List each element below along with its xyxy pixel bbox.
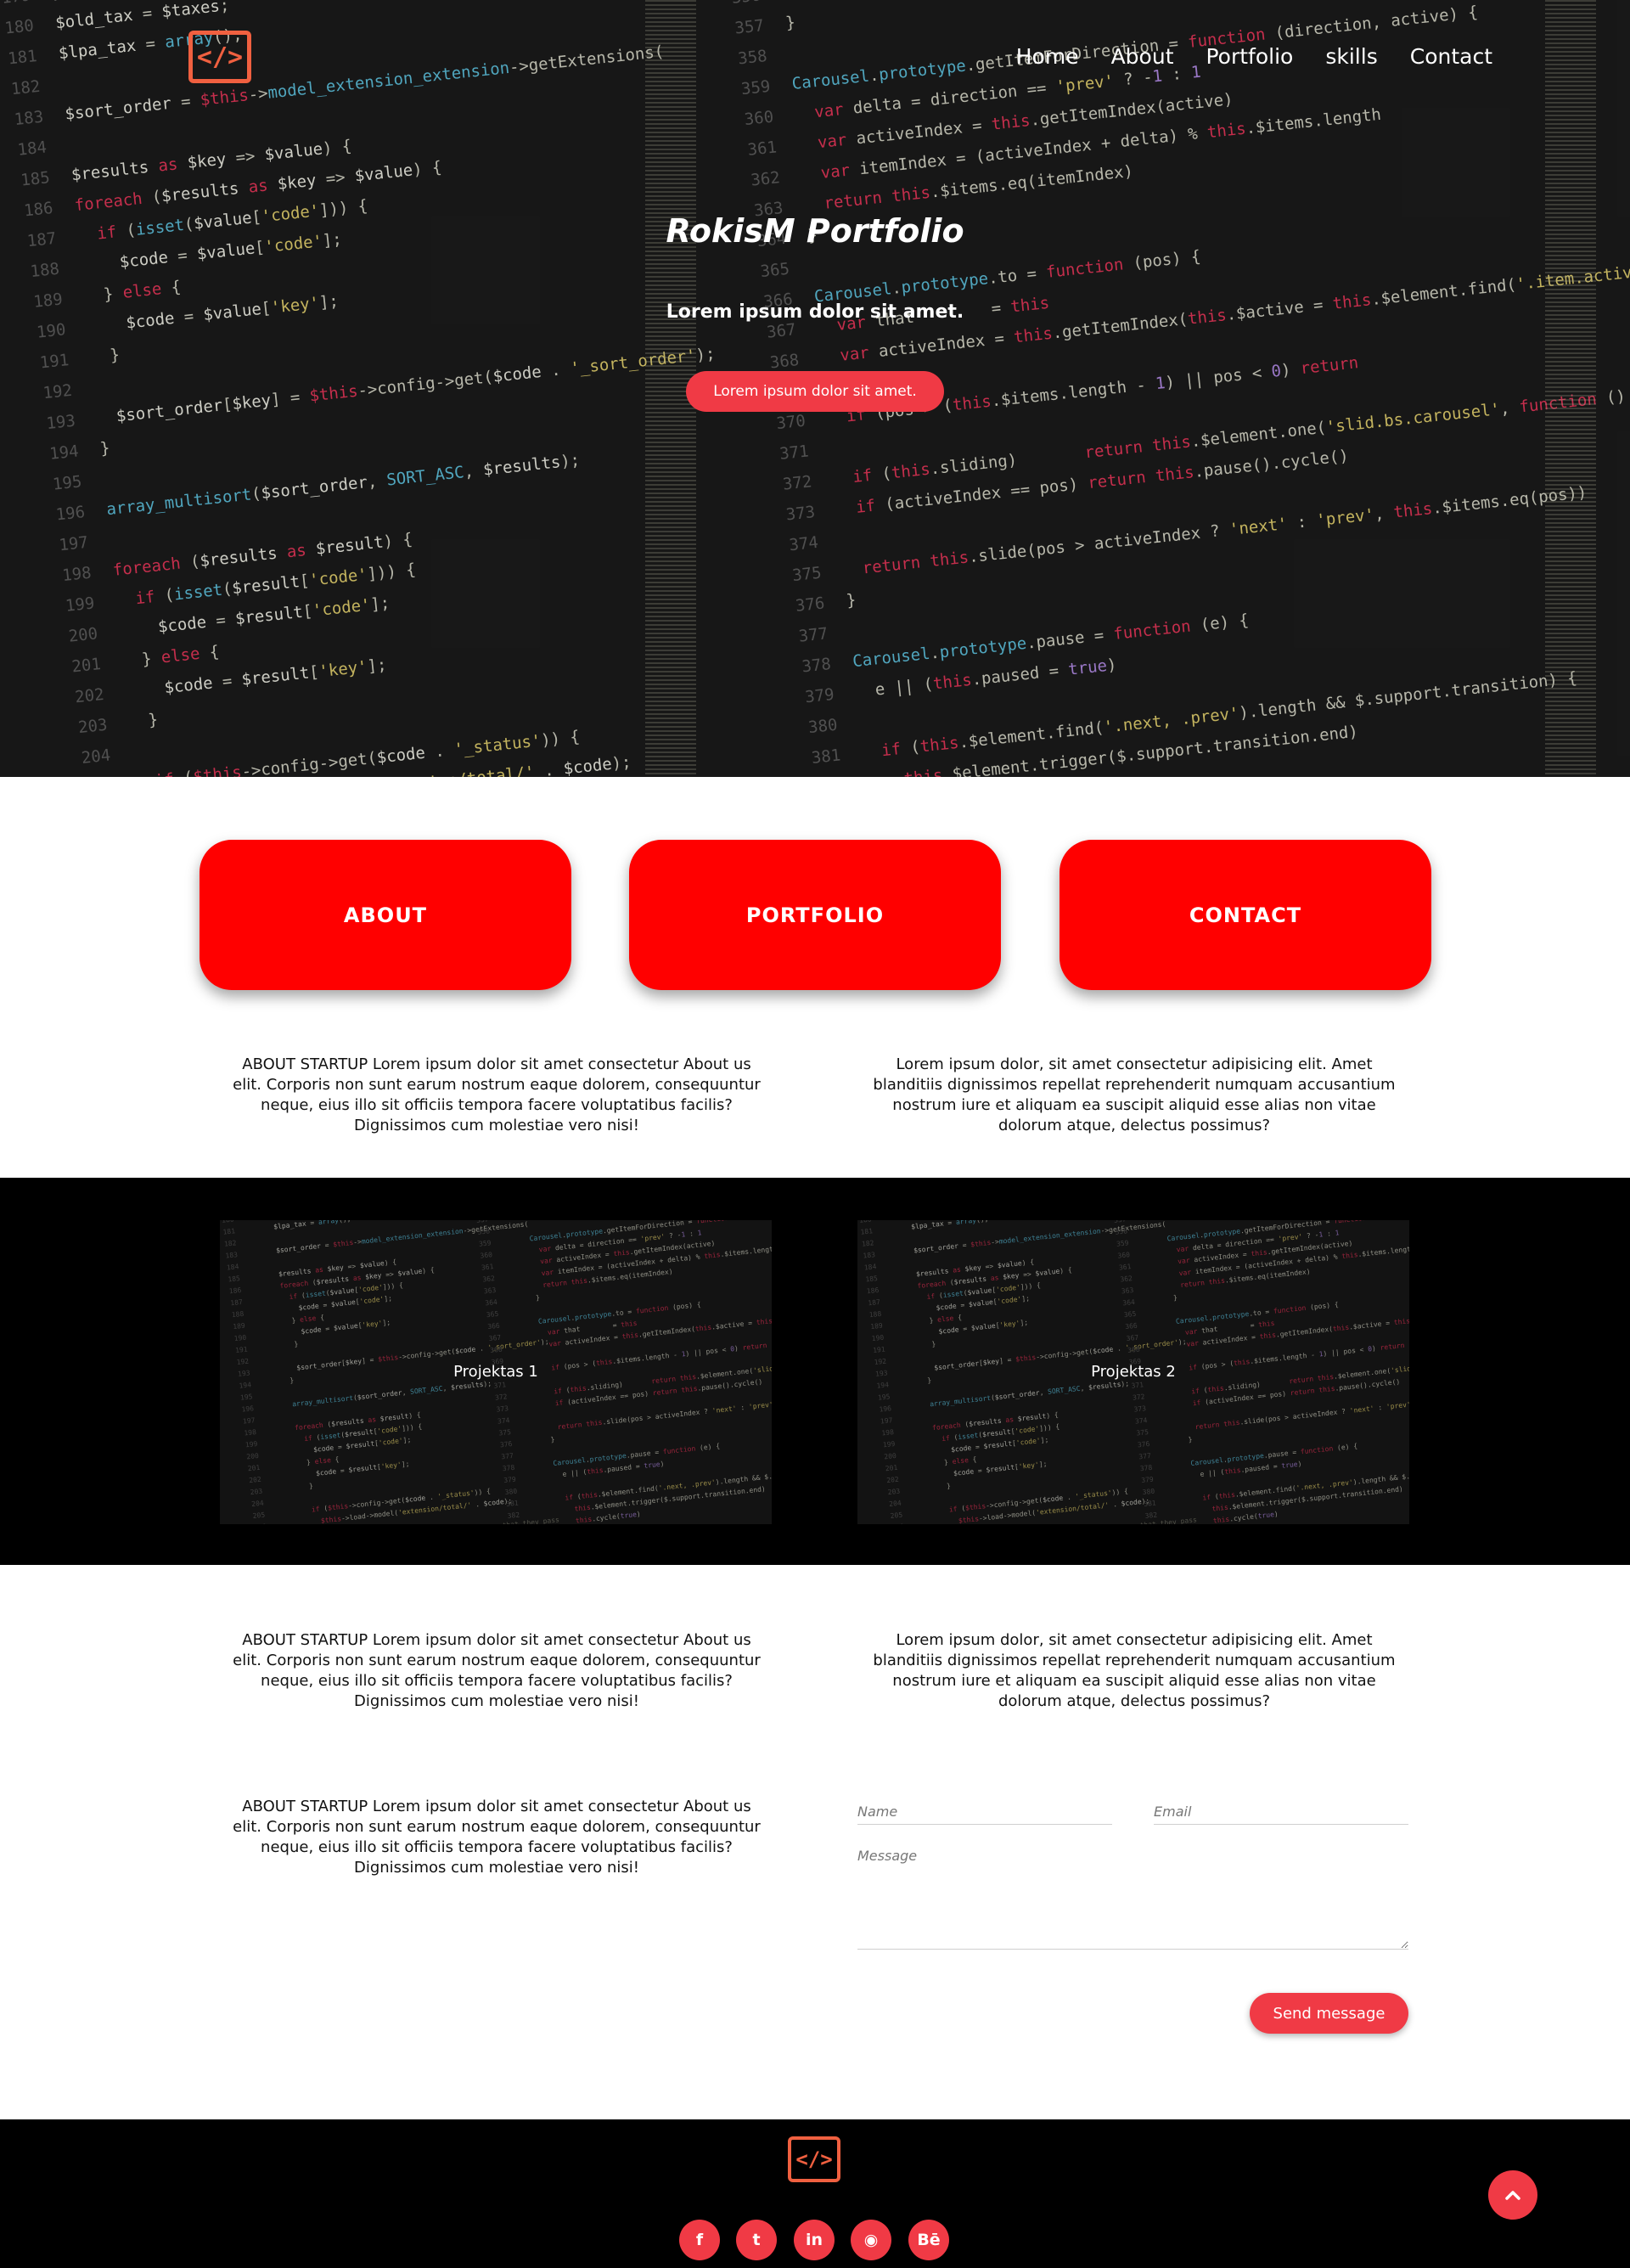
chevron-up-icon: [1505, 2191, 1520, 2200]
about-text-right: Lorem ipsum dolor, sit amet consectetur …: [873, 1055, 1396, 1134]
nav-contact[interactable]: Contact: [1410, 44, 1492, 69]
footer: </> f t in ◉ Bē: [0, 2119, 1630, 2268]
facebook-icon[interactable]: f: [679, 2220, 720, 2260]
logo-icon[interactable]: </>: [188, 31, 251, 83]
main-nav: Home About Portfolio skills Contact: [1016, 44, 1492, 69]
project-thumbnail-2[interactable]: 179}; 180$old_tax = $taxes; 181$lpa_tax …: [857, 1220, 1409, 1524]
portfolio-card-button[interactable]: PORTFOLIO: [629, 840, 1001, 990]
portfolio-section: 179}; 180$old_tax = $taxes; 181$lpa_tax …: [0, 1178, 1630, 1565]
hero-title: RokisM Portfolio: [666, 212, 964, 250]
project-caption: Projektas 2: [1091, 1363, 1176, 1381]
nav-skills[interactable]: skills: [1325, 44, 1377, 69]
hero-section: 179}; 180$old_tax = $taxes; 181$lpa_tax …: [0, 0, 1630, 777]
linkedin-icon[interactable]: in: [794, 2220, 835, 2260]
info-text-right: Lorem ipsum dolor, sit amet consectetur …: [873, 1631, 1396, 1710]
info-text-left: ABOUT STARTUP Lorem ipsum dolor sit amet…: [233, 1631, 761, 1710]
project-thumbnail-1[interactable]: 179}; 180$old_tax = $taxes; 181$lpa_tax …: [220, 1220, 772, 1524]
hero-cta-button[interactable]: Lorem ipsum dolor sit amet.: [686, 371, 944, 412]
email-input[interactable]: [1154, 1798, 1408, 1825]
nav-portfolio[interactable]: Portfolio: [1206, 44, 1294, 69]
contact-text: ABOUT STARTUP Lorem ipsum dolor sit amet…: [233, 1798, 761, 1877]
behance-icon[interactable]: Bē: [908, 2220, 949, 2260]
message-textarea[interactable]: [857, 1848, 1408, 1950]
github-icon[interactable]: ◉: [851, 2220, 891, 2260]
nav-about[interactable]: About: [1111, 44, 1174, 69]
contact-card-button[interactable]: CONTACT: [1060, 840, 1431, 990]
send-message-button[interactable]: Send message: [1250, 1993, 1408, 2034]
about-text-left: ABOUT STARTUP Lorem ipsum dolor sit amet…: [233, 1055, 761, 1134]
project-caption: Projektas 1: [453, 1363, 538, 1381]
back-to-top-button[interactable]: [1488, 2170, 1537, 2220]
twitter-icon[interactable]: t: [736, 2220, 777, 2260]
hero-subtitle: Lorem ipsum dolor sit amet.: [666, 301, 964, 323]
nav-home[interactable]: Home: [1016, 44, 1079, 69]
about-card-button[interactable]: ABOUT: [200, 840, 571, 990]
name-input[interactable]: [857, 1798, 1112, 1825]
footer-logo-icon[interactable]: </>: [788, 2136, 840, 2182]
